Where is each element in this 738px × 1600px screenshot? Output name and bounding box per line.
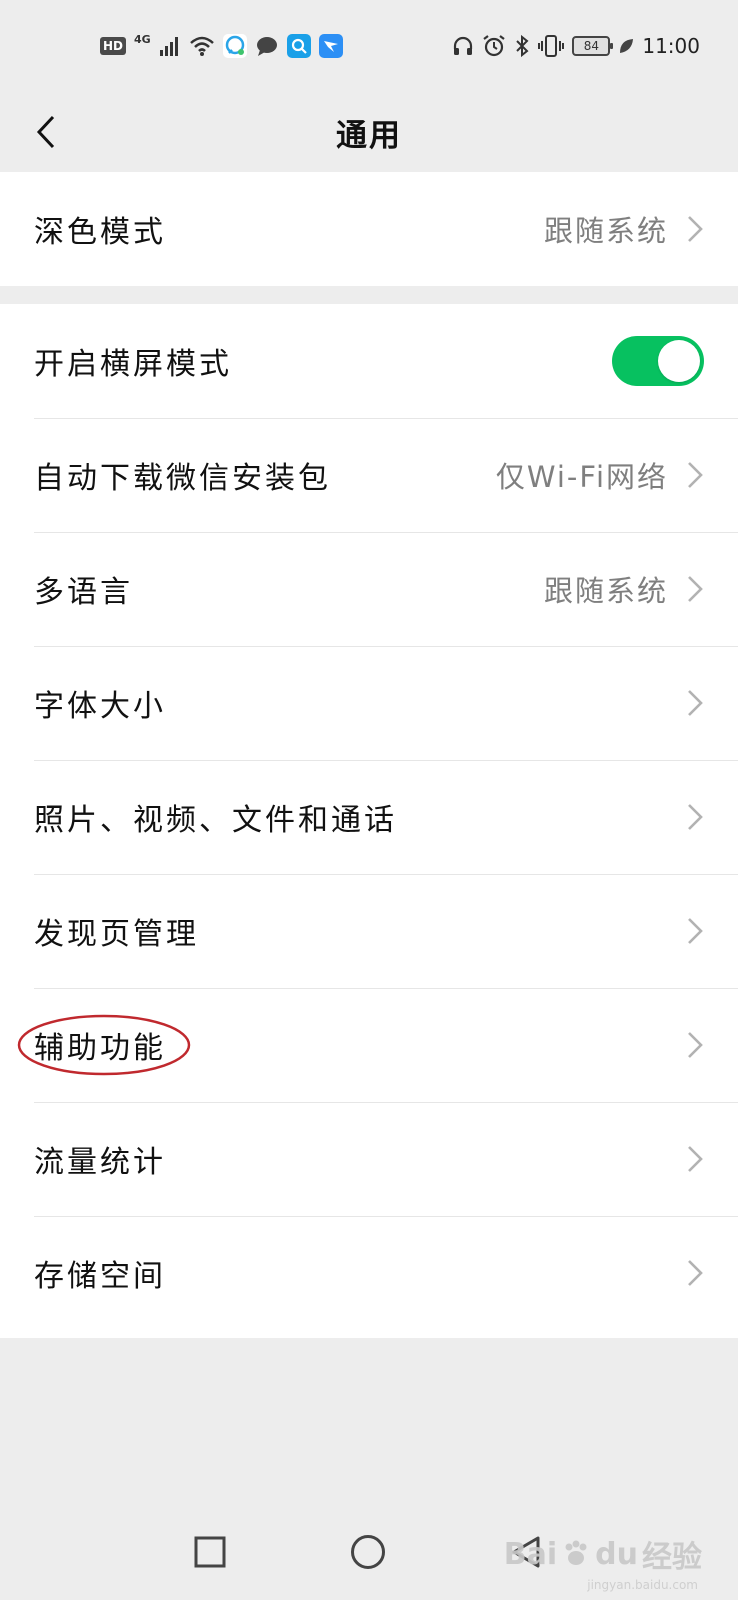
battery-indicator: 84 bbox=[572, 36, 614, 56]
auto-download-row[interactable]: 自动下载微信安装包 仅Wi-Fi网络 bbox=[0, 418, 738, 532]
media-row[interactable]: 照片、视频、文件和通话 bbox=[0, 760, 738, 874]
chevron-right-icon bbox=[686, 1258, 704, 1288]
wifi-icon bbox=[189, 35, 215, 57]
watermark-url: jingyan.baidu.com bbox=[587, 1578, 698, 1592]
signal-icon bbox=[159, 35, 181, 57]
storage-label: 存储空间 bbox=[34, 1259, 166, 1294]
chevron-right-icon bbox=[686, 574, 704, 604]
chevron-right-icon bbox=[686, 916, 704, 946]
chevron-left-icon bbox=[36, 115, 55, 149]
font-size-row[interactable]: 字体大小 bbox=[0, 646, 738, 760]
watermark-brand: Bai bbox=[503, 1536, 558, 1572]
accessibility-right bbox=[686, 1030, 704, 1060]
accessibility-label: 辅助功能 bbox=[34, 1031, 166, 1066]
font-size-label: 字体大小 bbox=[34, 689, 166, 724]
back-button[interactable] bbox=[26, 112, 66, 152]
paw-icon bbox=[565, 1540, 587, 1565]
auto-download-right: 仅Wi-Fi网络 bbox=[496, 454, 704, 496]
chevron-right-icon bbox=[686, 802, 704, 832]
accessibility-row[interactable]: 辅助功能 bbox=[0, 988, 738, 1102]
language-value: 跟随系统 bbox=[543, 574, 668, 608]
data-usage-right bbox=[686, 1144, 704, 1174]
status-right: 84 11:00 bbox=[452, 31, 700, 61]
toggle-knob bbox=[658, 340, 700, 382]
search-app-icon bbox=[286, 34, 311, 58]
leaf-icon bbox=[618, 37, 634, 55]
dark-mode-row[interactable]: 深色模式 跟随系统 bbox=[0, 172, 738, 286]
circle-icon bbox=[351, 1535, 385, 1569]
alarm-icon bbox=[482, 34, 506, 58]
data-usage-row[interactable]: 流量统计 bbox=[0, 1102, 738, 1216]
watermark-brand2: du bbox=[595, 1536, 638, 1572]
discover-management-row[interactable]: 发现页管理 bbox=[0, 874, 738, 988]
auto-download-label: 自动下载微信安装包 bbox=[34, 461, 331, 496]
media-label: 照片、视频、文件和通话 bbox=[34, 803, 397, 838]
vibrate-icon bbox=[538, 34, 565, 58]
discover-management-label: 发现页管理 bbox=[34, 917, 199, 952]
watermark-suffix: 经验 bbox=[642, 1540, 702, 1575]
dark-mode-value: 跟随系统 bbox=[543, 214, 668, 248]
landscape-mode-toggle[interactable] bbox=[612, 336, 704, 386]
dark-mode-label: 深色模式 bbox=[34, 215, 166, 250]
chevron-right-icon bbox=[686, 688, 704, 718]
page-title: 通用 bbox=[336, 117, 402, 154]
settings-group-display: 深色模式 跟随系统 bbox=[0, 172, 738, 286]
baidu-watermark: Bai du 经验 bbox=[504, 1532, 702, 1576]
chevron-right-icon bbox=[686, 214, 704, 244]
storage-right bbox=[686, 1258, 704, 1288]
clock: 11:00 bbox=[642, 34, 700, 58]
chevron-right-icon bbox=[686, 460, 704, 490]
hd-badge: HD bbox=[100, 37, 127, 55]
chevron-right-icon bbox=[686, 1144, 704, 1174]
language-row[interactable]: 多语言 跟随系统 bbox=[0, 532, 738, 646]
landscape-mode-label: 开启横屏模式 bbox=[34, 347, 232, 382]
nav-header: 通用 bbox=[0, 92, 738, 172]
data-usage-label: 流量统计 bbox=[34, 1145, 166, 1180]
auto-download-value: 仅Wi-Fi网络 bbox=[495, 460, 668, 494]
storage-row[interactable]: 存储空间 bbox=[0, 1216, 738, 1330]
dark-mode-right: 跟随系统 bbox=[544, 208, 704, 250]
status-bar: HD 4G 84 11:00 bbox=[0, 0, 738, 92]
settings-group-general: 开启横屏模式 自动下载微信安装包 仅Wi-Fi网络 多语言 跟随系统 字体大小 … bbox=[0, 304, 738, 1338]
discover-management-right bbox=[686, 916, 704, 946]
square-icon bbox=[194, 1536, 226, 1568]
recent-apps-button[interactable] bbox=[180, 1522, 240, 1582]
network-type: 4G bbox=[134, 33, 151, 46]
bluetooth-icon bbox=[514, 34, 530, 58]
landscape-mode-row: 开启横屏模式 bbox=[0, 304, 738, 418]
language-right: 跟随系统 bbox=[544, 568, 704, 610]
language-label: 多语言 bbox=[34, 575, 133, 610]
message-icon bbox=[255, 35, 279, 57]
font-size-right bbox=[686, 688, 704, 718]
chat-app-icon bbox=[222, 34, 247, 58]
dingtalk-icon bbox=[318, 34, 343, 58]
chevron-right-icon bbox=[686, 1030, 704, 1060]
status-left: HD 4G bbox=[100, 31, 343, 61]
landscape-mode-right bbox=[612, 336, 704, 386]
home-button[interactable] bbox=[338, 1522, 398, 1582]
headphones-icon bbox=[452, 35, 474, 57]
media-right bbox=[686, 802, 704, 832]
